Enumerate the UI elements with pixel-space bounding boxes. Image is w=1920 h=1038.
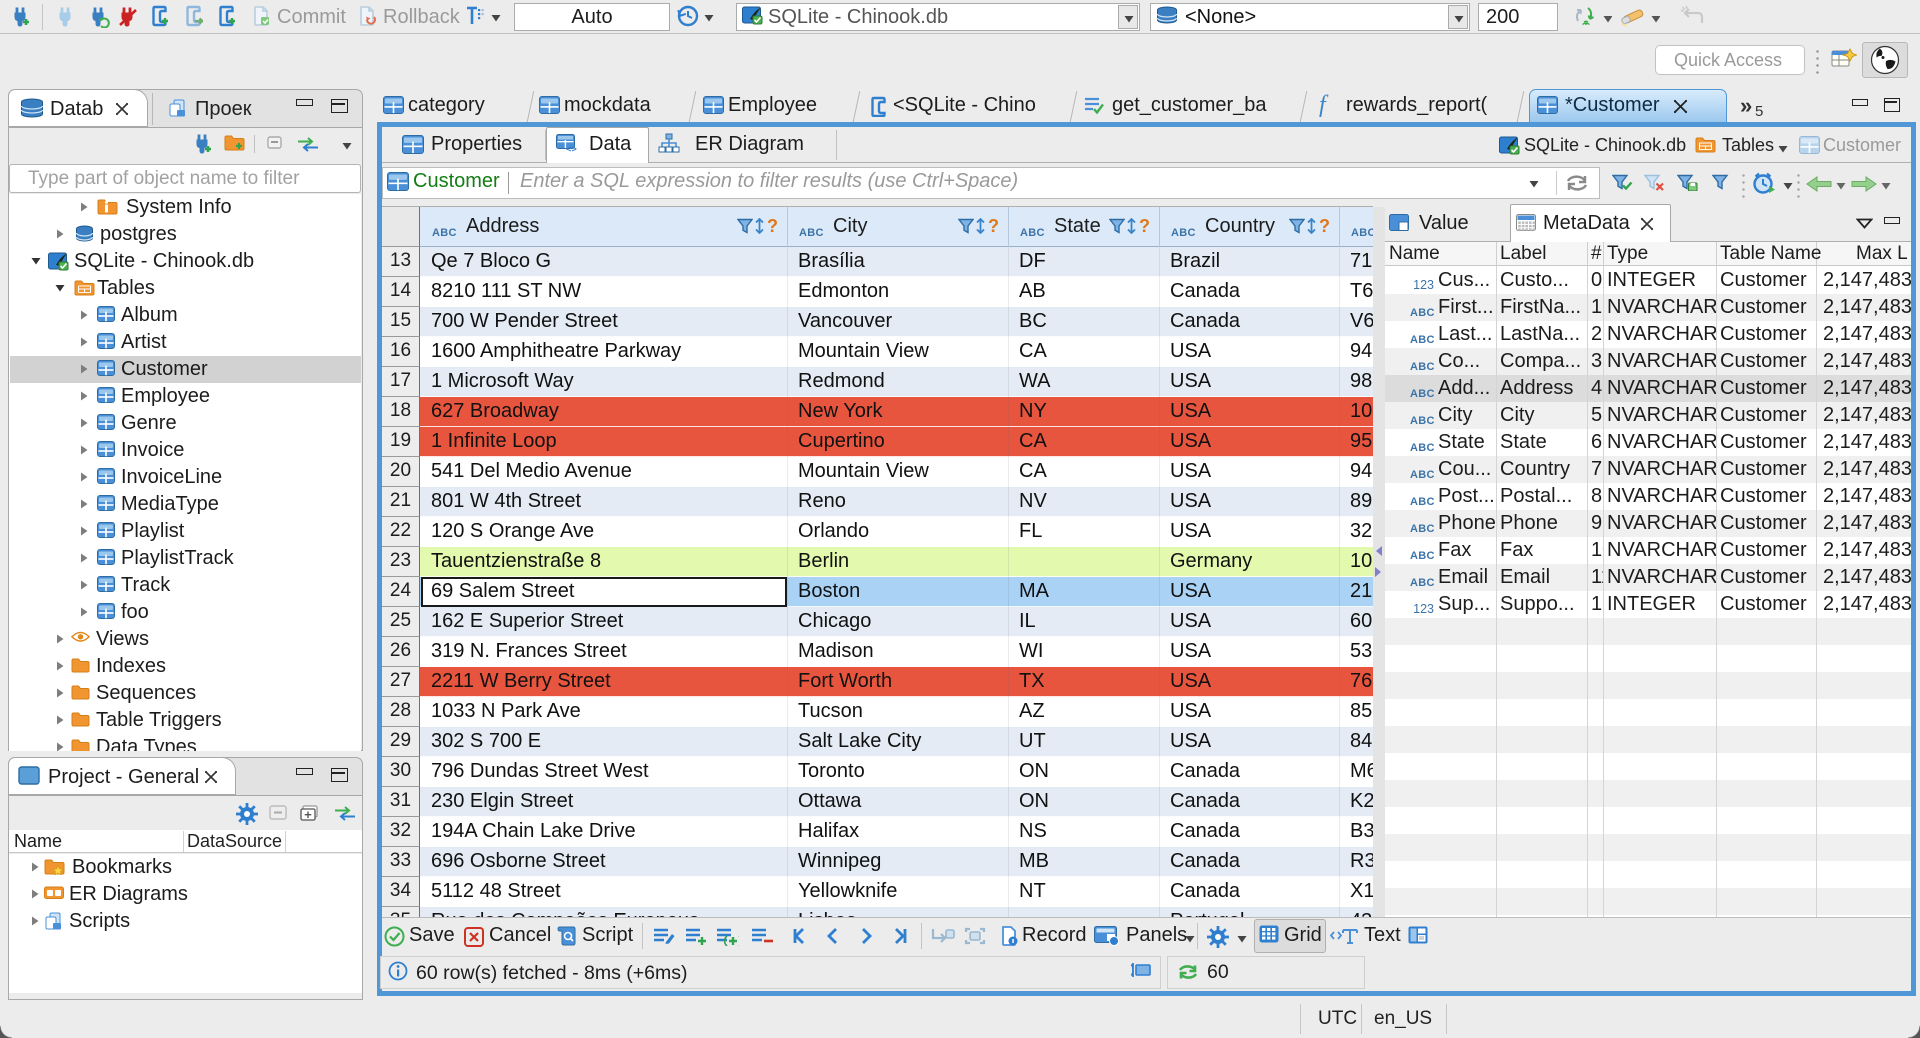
svg-text:<>: <>: [566, 145, 577, 152]
svg-text:f: f: [1319, 93, 1329, 117]
